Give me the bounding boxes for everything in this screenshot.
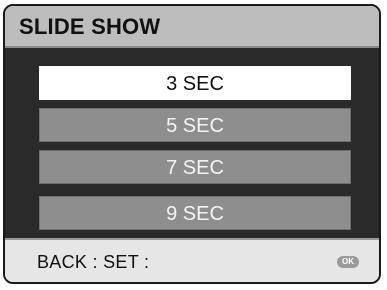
page-title: SLIDE SHOW <box>19 14 161 39</box>
option-9-sec[interactable]: 9 SEC <box>39 196 351 230</box>
title-bar: SLIDE SHOW <box>5 6 379 48</box>
slide-show-dialog: SLIDE SHOW 3 SEC 5 SEC 7 SEC 9 SEC BACK … <box>3 4 381 284</box>
back-set-hint: BACK : SET : <box>37 252 150 272</box>
interval-menu: 3 SEC 5 SEC 7 SEC 9 SEC <box>5 48 379 238</box>
option-3-sec[interactable]: 3 SEC <box>39 66 351 100</box>
ok-button-icon: OK <box>337 256 359 268</box>
option-5-sec[interactable]: 5 SEC <box>39 108 351 142</box>
option-7-sec[interactable]: 7 SEC <box>39 150 351 184</box>
footer-hint-bar: BACK : SET : OK <box>5 238 379 282</box>
